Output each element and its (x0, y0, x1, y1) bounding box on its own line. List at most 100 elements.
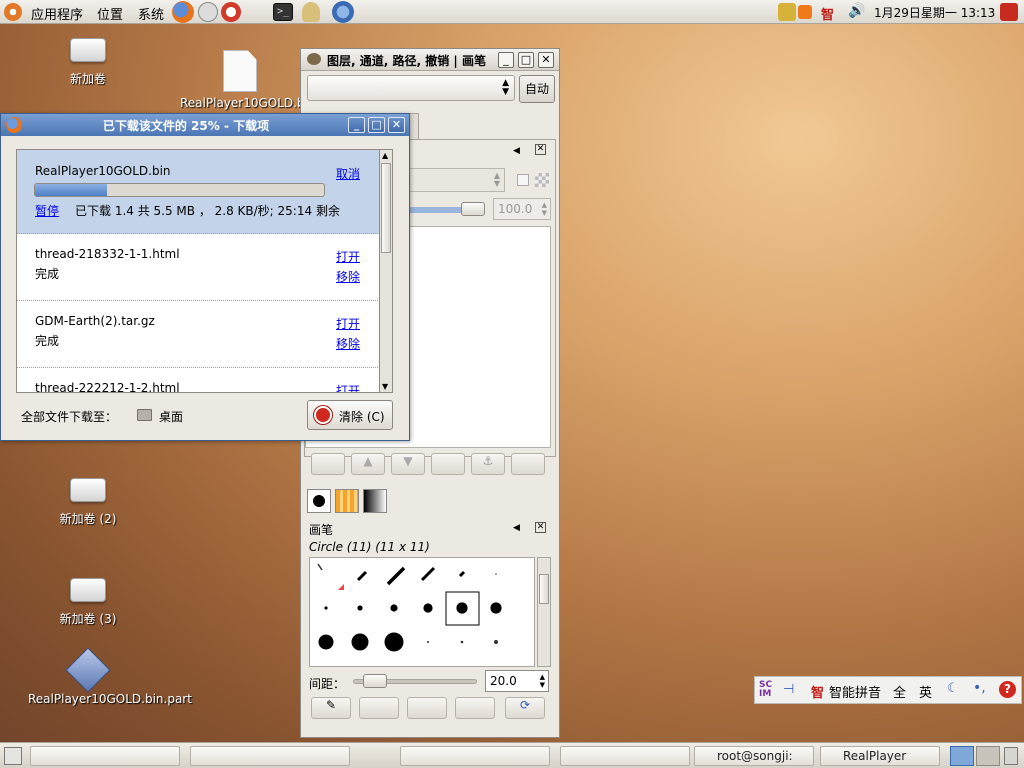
clear-button[interactable]: 清除 (C) (307, 400, 393, 430)
brushes-panel-title: 画笔 (309, 523, 334, 537)
patterns-tab[interactable] (335, 489, 359, 513)
delete-brush-button[interactable] (455, 697, 495, 719)
menu-system[interactable]: 系统 (138, 4, 164, 23)
ime-language[interactable]: 英 (919, 682, 932, 701)
taskbar-button-terminal[interactable]: root@songji: (694, 746, 814, 766)
opacity-spin[interactable]: 100.0 ▲ ▼ (493, 198, 551, 220)
ime-full-width[interactable]: 全 (893, 682, 906, 701)
spacing-slider-handle[interactable] (363, 674, 387, 688)
pause-link[interactable]: 暂停 (35, 202, 59, 219)
download-window-titlebar[interactable]: 已下载该文件的 25% - 下载项 _ □ ✕ (1, 114, 409, 136)
update-star-icon[interactable] (798, 5, 812, 19)
open-link[interactable]: 打开 (336, 382, 360, 392)
taskbar-button-window[interactable] (400, 746, 550, 766)
terminal-icon[interactable]: >_ (273, 3, 293, 21)
firefox-icon[interactable] (172, 1, 194, 23)
gimp-launcher-icon[interactable] (302, 2, 320, 22)
scroll-up-icon[interactable]: ▲ (382, 151, 388, 160)
volume-icon[interactable]: 🔊 (848, 3, 865, 19)
brushes-tab[interactable] (307, 489, 331, 513)
brush-grid-canvas (317, 563, 502, 652)
minimize-button[interactable]: _ (498, 52, 514, 68)
remove-link[interactable]: 移除 (336, 268, 360, 285)
menu-applications[interactable]: 应用程序 (31, 4, 83, 23)
downloads-scrollbar[interactable]: ▲ ▼ (379, 149, 393, 393)
ime-toolbar: SC IM ⊣ 智 智能拼音 全 英 ☾ •, ? (754, 676, 1022, 704)
menu-places[interactable]: 位置 (97, 4, 123, 23)
refresh-brushes-button[interactable]: ⟳ (505, 697, 545, 719)
desktop-icon-volume-2[interactable]: 新加卷 (2) (28, 478, 148, 527)
help-lifebuoy-icon[interactable] (221, 2, 241, 22)
taskbar-button-downloads[interactable] (30, 746, 180, 766)
spacing-spin[interactable]: 20.0 ▲ ▼ (485, 670, 549, 692)
workspace-switcher-1[interactable] (950, 746, 974, 766)
auto-button[interactable]: 自动 (519, 75, 555, 103)
desktop-icon-volume-3[interactable]: 新加卷 (3) (28, 578, 148, 627)
gradients-tab[interactable] (363, 489, 387, 513)
open-link[interactable]: 打开 (336, 248, 360, 265)
duplicate-brush-button[interactable] (407, 697, 447, 719)
remove-link[interactable]: 移除 (336, 335, 360, 352)
download-item-active[interactable]: RealPlayer10GOLD.bin 取消 暂停 已下载 1.4 共 5.5… (17, 150, 380, 234)
network-globe-icon[interactable] (332, 1, 354, 23)
taskbar-button-gimp[interactable] (560, 746, 690, 766)
scim-logo-icon[interactable]: SC IM (759, 681, 772, 699)
anchor-layer-button[interactable]: ⚓ (471, 453, 505, 475)
download-item[interactable]: thread-222212-1-2.html 打开 (17, 368, 380, 392)
panel-menu-icon[interactable]: ◀ (513, 523, 520, 533)
punctuation-icon[interactable]: •, (973, 680, 986, 696)
workspace-switcher-2[interactable] (976, 746, 1000, 766)
ime-indicator-icon[interactable]: 智 (821, 4, 834, 23)
spacing-value: 20.0 (490, 674, 517, 688)
clock[interactable]: 1月29日星期一 13:13 (874, 4, 995, 21)
help-icon[interactable]: ? (999, 681, 1016, 698)
open-link[interactable]: 打开 (336, 315, 360, 332)
desktop-icon-realplayer-part[interactable]: RealPlayer10GOLD.bin.part (28, 647, 192, 707)
desktop-icon-realplayer-bin[interactable]: RealPlayer10GOLD.bin (180, 50, 316, 110)
opacity-value: 100.0 (498, 202, 533, 216)
opacity-slider-handle[interactable] (461, 202, 485, 216)
scrollbar-thumb[interactable] (381, 163, 391, 253)
taskbar-button-realplayer[interactable]: RealPlayer (820, 746, 940, 766)
image-selector-combo[interactable]: ▲ ▼ (307, 75, 515, 101)
taskbar-button-window[interactable] (190, 746, 350, 766)
logout-icon[interactable] (1000, 3, 1018, 21)
show-desktop-icon[interactable] (4, 747, 22, 765)
brush-grid-scrollbar[interactable] (537, 557, 551, 667)
pin-icon[interactable]: ⊣ (783, 682, 794, 697)
duplicate-layer-button[interactable] (431, 453, 465, 475)
download-item[interactable]: thread-218332-1-1.html 完成 打开 移除 (17, 234, 380, 301)
trash-icon[interactable] (1004, 747, 1018, 765)
desktop-icon-label: 新加卷 (3) (59, 612, 117, 626)
scroll-down-icon[interactable]: ▼ (382, 382, 388, 391)
ime-mode[interactable]: 智能拼音 (829, 682, 881, 701)
download-item[interactable]: GDM-Earth(2).tar.gz 完成 打开 移除 (17, 301, 380, 368)
close-button[interactable]: ✕ (388, 117, 405, 133)
cancel-link[interactable]: 取消 (336, 165, 360, 182)
notification-icon[interactable] (778, 3, 796, 21)
scrollbar-thumb[interactable] (539, 574, 549, 604)
desktop-icon-volume[interactable]: 新加卷 (28, 38, 148, 87)
brush-grid[interactable] (309, 557, 535, 667)
gimp-dock-titlebar[interactable]: 图层, 通道, 路径, 撤销 | 画笔 _ □ ✕ (301, 49, 559, 71)
moon-icon[interactable]: ☾ (947, 681, 959, 696)
panel-close-icon[interactable]: ✕ (535, 144, 546, 155)
mail-icon[interactable] (198, 2, 218, 22)
panel-menu-icon[interactable]: ◀ (513, 146, 520, 156)
edit-brush-button[interactable]: ✎ (311, 697, 351, 719)
raise-layer-button[interactable]: ▲ (351, 453, 385, 475)
close-button[interactable]: ✕ (538, 52, 554, 68)
panel-close-icon[interactable]: ✕ (535, 522, 546, 533)
maximize-button[interactable]: □ (368, 117, 385, 133)
maximize-button[interactable]: □ (518, 52, 534, 68)
top-panel: 应用程序 位置 系统 >_ 智 🔊 1月29日星期一 13:13 (0, 0, 1024, 24)
new-layer-button[interactable] (311, 453, 345, 475)
lock-checkbox[interactable] (517, 174, 529, 186)
new-brush-button[interactable] (359, 697, 399, 719)
delete-layer-button[interactable] (511, 453, 545, 475)
minimize-button[interactable]: _ (348, 117, 365, 133)
download-folder-name[interactable]: 桌面 (159, 408, 183, 425)
downloads-list[interactable]: RealPlayer10GOLD.bin 取消 暂停 已下载 1.4 共 5.5… (16, 149, 381, 393)
ubuntu-logo-icon[interactable] (4, 3, 22, 21)
lower-layer-button[interactable]: ▼ (391, 453, 425, 475)
